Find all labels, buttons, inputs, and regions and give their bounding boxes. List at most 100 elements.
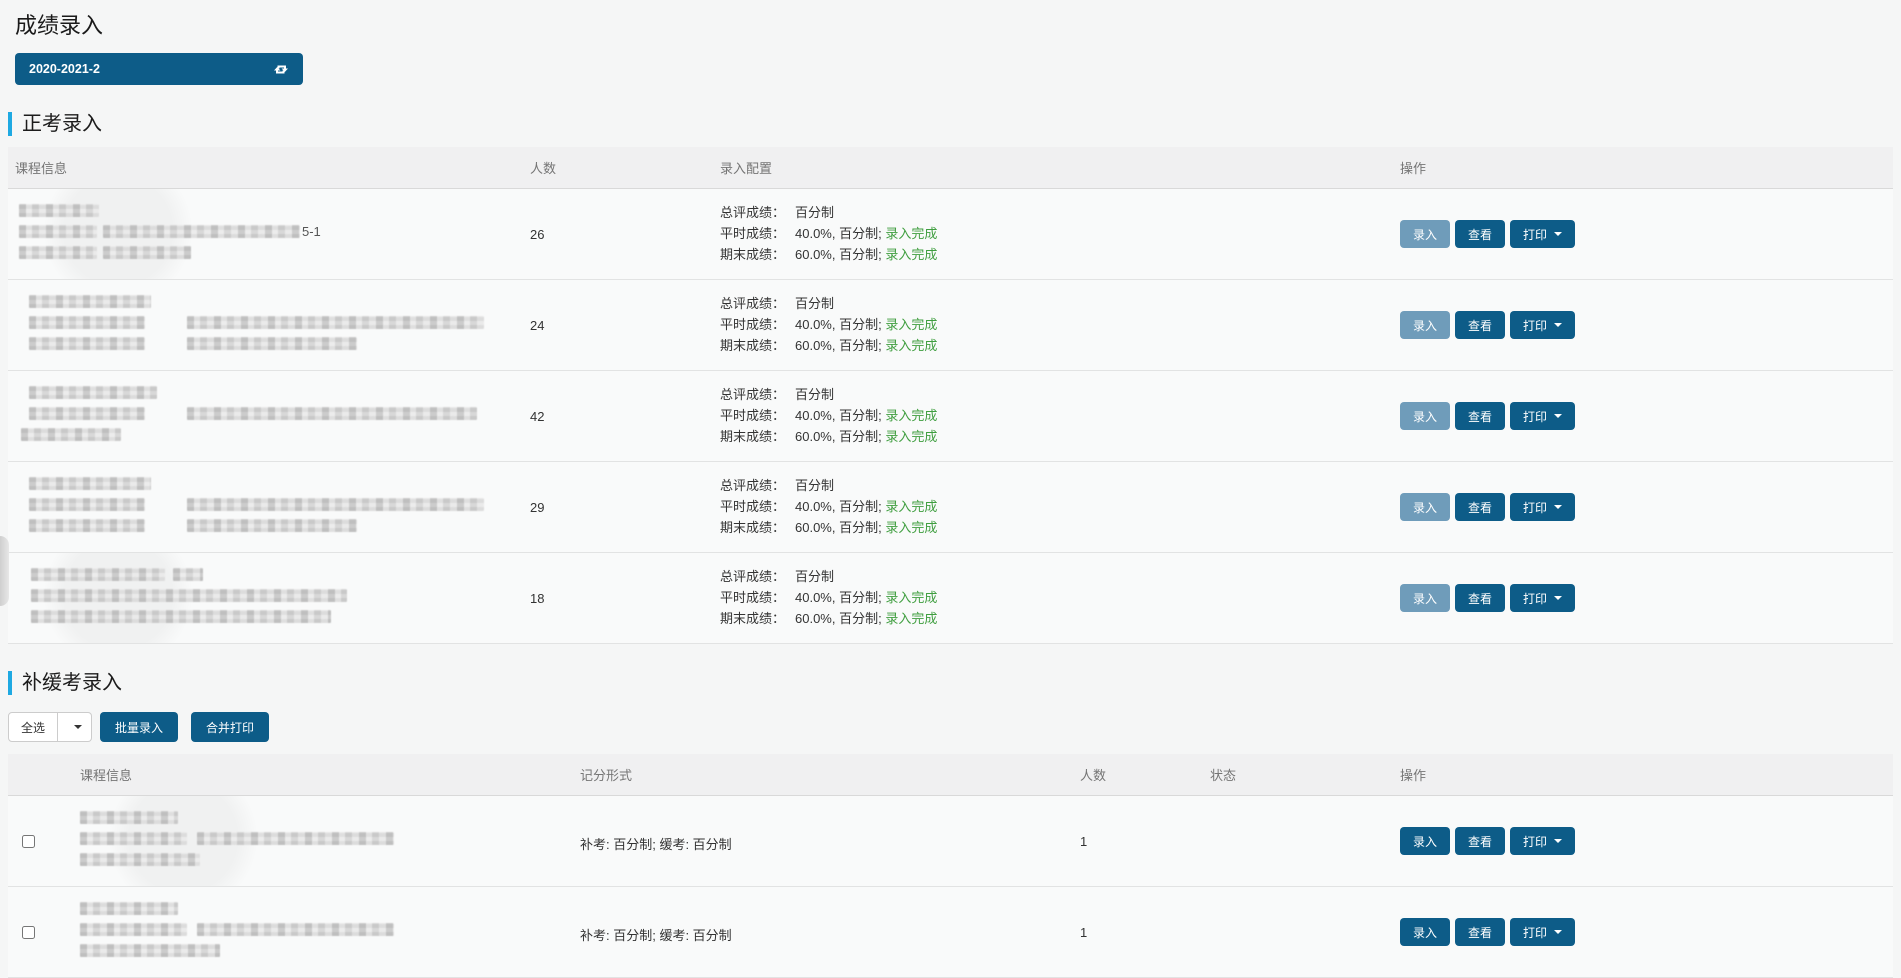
status-value	[1203, 887, 1393, 977]
chevron-down-icon	[1554, 323, 1562, 327]
status-entry-complete: 录入完成	[885, 338, 937, 353]
grade-entry-page: 成绩录入 2020-2021-2 正考录入 课程信息 人数 录入配置 操作 5-…	[0, 0, 1901, 978]
scoring-format: 补考: 百分制; 缓考: 百分制	[573, 796, 1073, 886]
row-actions: 录入 查看 打印	[1393, 796, 1893, 886]
col-status: 状态	[1203, 765, 1393, 784]
status-entry-complete: 录入完成	[885, 429, 937, 444]
status-entry-complete: 录入完成	[885, 520, 937, 535]
table-row: 29 总评成绩：百分制 平时成绩：40.0%, 百分制; 录入完成 期末成绩：6…	[8, 462, 1893, 553]
status-entry-complete: 录入完成	[885, 247, 937, 262]
course-info-redacted	[8, 553, 523, 643]
row-checkbox[interactable]	[22, 926, 35, 939]
entry-config: 总评成绩：百分制 平时成绩：40.0%, 百分制; 录入完成 期末成绩：60.0…	[713, 371, 1393, 461]
row-actions: 录入 查看 打印	[1393, 553, 1893, 643]
row-actions: 录入 查看 打印	[1393, 462, 1893, 552]
status-entry-complete: 录入完成	[885, 611, 937, 626]
view-button[interactable]: 查看	[1455, 402, 1505, 430]
chevron-down-icon	[1554, 839, 1562, 843]
batch-entry-button[interactable]: 批量录入	[100, 712, 178, 742]
chevron-down-icon	[1554, 505, 1562, 509]
col-count: 人数	[523, 158, 713, 177]
student-count: 29	[523, 462, 713, 552]
col-count: 人数	[1073, 765, 1203, 784]
student-count: 1	[1073, 796, 1203, 886]
select-all-dropdown-button[interactable]	[58, 712, 92, 742]
student-count: 26	[523, 189, 713, 279]
col-actions: 操作	[1393, 765, 1893, 784]
view-button[interactable]: 查看	[1455, 493, 1505, 521]
print-dropdown-button[interactable]: 打印	[1510, 584, 1575, 612]
entry-button[interactable]: 录入	[1400, 827, 1450, 855]
table-row: 24 总评成绩：百分制 平时成绩：40.0%, 百分制; 录入完成 期末成绩：6…	[8, 280, 1893, 371]
makeup-section-title: 补缓考录入	[8, 671, 1893, 695]
page-title: 成绩录入	[15, 8, 1893, 40]
chevron-down-icon	[1554, 414, 1562, 418]
table-row: 18 总评成绩：百分制 平时成绩：40.0%, 百分制; 录入完成 期末成绩：6…	[8, 553, 1893, 644]
print-dropdown-button[interactable]: 打印	[1510, 918, 1575, 946]
student-count: 18	[523, 553, 713, 643]
student-count: 1	[1073, 887, 1203, 977]
print-dropdown-button[interactable]: 打印	[1510, 220, 1575, 248]
entry-config: 总评成绩：百分制 平时成绩：40.0%, 百分制; 录入完成 期末成绩：60.0…	[713, 189, 1393, 279]
makeup-table-header: 课程信息 记分形式 人数 状态 操作	[8, 754, 1893, 796]
status-entry-complete: 录入完成	[885, 408, 937, 423]
entry-config: 总评成绩：百分制 平时成绩：40.0%, 百分制; 录入完成 期末成绩：60.0…	[713, 280, 1393, 370]
view-button[interactable]: 查看	[1455, 827, 1505, 855]
course-info-redacted	[73, 887, 573, 977]
entry-button[interactable]: 录入	[1400, 584, 1450, 612]
entry-config: 总评成绩：百分制 平时成绩：40.0%, 百分制; 录入完成 期末成绩：60.0…	[713, 553, 1393, 643]
regular-section-title: 正考录入	[8, 112, 1893, 136]
select-all-button[interactable]: 全选	[8, 712, 58, 742]
merge-print-button[interactable]: 合并打印	[191, 712, 269, 742]
row-actions: 录入 查看 打印	[1393, 189, 1893, 279]
status-entry-complete: 录入完成	[885, 317, 937, 332]
chevron-down-icon	[1554, 596, 1562, 600]
course-info-redacted	[8, 280, 523, 370]
course-info-redacted	[8, 371, 523, 461]
makeup-exam-table: 课程信息 记分形式 人数 状态 操作 补考: 百分制; 缓考: 百分制 1 录入…	[8, 754, 1893, 978]
left-edge-artifact	[0, 536, 9, 606]
view-button[interactable]: 查看	[1455, 584, 1505, 612]
entry-button[interactable]: 录入	[1400, 220, 1450, 248]
entry-button[interactable]: 录入	[1400, 402, 1450, 430]
print-dropdown-button[interactable]: 打印	[1510, 827, 1575, 855]
entry-button[interactable]: 录入	[1400, 918, 1450, 946]
course-info-redacted	[8, 462, 523, 552]
makeup-toolbar: 全选 批量录入 合并打印	[8, 708, 1893, 746]
col-course-info: 课程信息	[73, 765, 573, 784]
table-row: 5-1 26 总评成绩：百分制 平时成绩：40.0%, 百分制; 录入完成 期末…	[8, 189, 1893, 280]
table-row: 补考: 百分制; 缓考: 百分制 1 录入 查看 打印	[8, 796, 1893, 887]
switch-term-icon	[273, 63, 289, 76]
table-row: 42 总评成绩：百分制 平时成绩：40.0%, 百分制; 录入完成 期末成绩：6…	[8, 371, 1893, 462]
student-count: 42	[523, 371, 713, 461]
entry-button[interactable]: 录入	[1400, 493, 1450, 521]
scoring-format: 补考: 百分制; 缓考: 百分制	[573, 887, 1073, 977]
status-value	[1203, 796, 1393, 886]
row-actions: 录入 查看 打印	[1393, 371, 1893, 461]
row-actions: 录入 查看 打印	[1393, 887, 1893, 977]
student-count: 24	[523, 280, 713, 370]
chevron-down-icon	[1554, 930, 1562, 934]
status-entry-complete: 录入完成	[885, 590, 937, 605]
view-button[interactable]: 查看	[1455, 918, 1505, 946]
row-actions: 录入 查看 打印	[1393, 280, 1893, 370]
regular-table-header: 课程信息 人数 录入配置 操作	[8, 147, 1893, 189]
print-dropdown-button[interactable]: 打印	[1510, 402, 1575, 430]
term-selector-button[interactable]: 2020-2021-2	[15, 53, 303, 85]
view-button[interactable]: 查看	[1455, 311, 1505, 339]
col-actions: 操作	[1393, 158, 1893, 177]
print-dropdown-button[interactable]: 打印	[1510, 311, 1575, 339]
col-entry-config: 录入配置	[713, 158, 1393, 177]
entry-button[interactable]: 录入	[1400, 311, 1450, 339]
course-info-redacted	[73, 796, 573, 886]
term-selector-value: 2020-2021-2	[29, 62, 100, 76]
print-dropdown-button[interactable]: 打印	[1510, 493, 1575, 521]
chevron-down-icon	[1554, 232, 1562, 236]
course-info-redacted: 5-1	[8, 189, 523, 279]
col-course-info: 课程信息	[8, 158, 523, 177]
table-row: 补考: 百分制; 缓考: 百分制 1 录入 查看 打印	[8, 887, 1893, 978]
regular-exam-table: 课程信息 人数 录入配置 操作 5-1 26 总评成绩：百分制 平时成绩：40.…	[8, 147, 1893, 644]
view-button[interactable]: 查看	[1455, 220, 1505, 248]
row-checkbox[interactable]	[22, 835, 35, 848]
entry-config: 总评成绩：百分制 平时成绩：40.0%, 百分制; 录入完成 期末成绩：60.0…	[713, 462, 1393, 552]
